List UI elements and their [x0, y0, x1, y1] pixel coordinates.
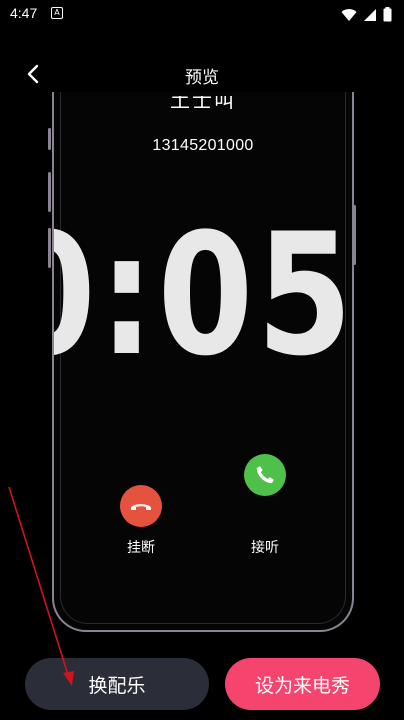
- cell-signal-icon: [364, 8, 376, 21]
- phone-answer-icon: [256, 466, 274, 484]
- answer-label: 接听: [251, 540, 279, 556]
- phone-side-button: [48, 172, 51, 212]
- page-title: 预览: [185, 68, 219, 88]
- wifi-icon: [341, 8, 357, 21]
- battery-icon: [383, 7, 392, 22]
- hangup-label: 挂断: [127, 540, 155, 556]
- status-time: 4:47: [10, 5, 38, 21]
- phone-preview-frame: 土士叫 13145201000 0:05: 挂断 接听: [52, 92, 354, 632]
- caller-number: 13145201000: [152, 137, 254, 154]
- change-music-button[interactable]: 换配乐: [25, 658, 209, 710]
- phone-side-button: [48, 128, 51, 150]
- notification-app-icon: A: [51, 7, 63, 19]
- caller-name: 土士叫: [170, 96, 236, 110]
- set-ringtone-show-button[interactable]: 设为来电秀: [225, 658, 380, 710]
- status-icons: [341, 7, 392, 22]
- status-bar: 4:47 A: [0, 0, 404, 28]
- clock-display: 0:05:: [54, 210, 354, 380]
- phone-hangup-icon: [131, 504, 151, 510]
- answer-button[interactable]: [244, 454, 286, 496]
- clock-text: 0:05:: [54, 210, 354, 380]
- hangup-button[interactable]: [120, 485, 162, 527]
- phone-side-button: [48, 228, 51, 268]
